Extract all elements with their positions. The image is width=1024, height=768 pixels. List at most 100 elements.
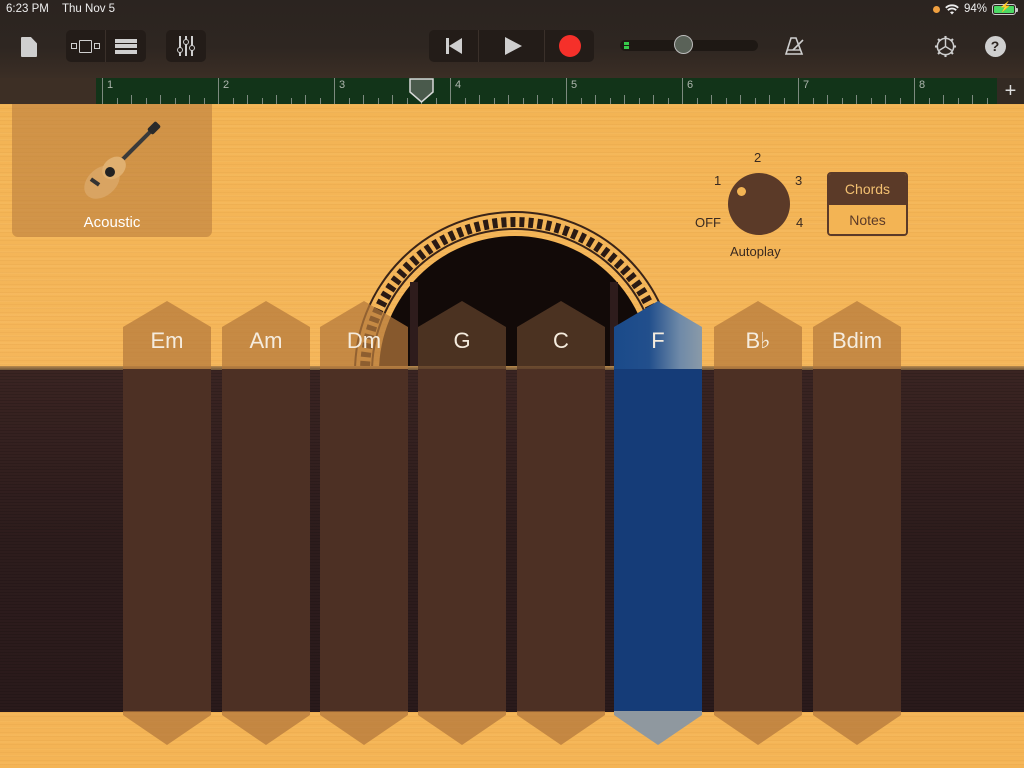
- ruler-bar: 4: [450, 78, 461, 104]
- level-meter: [624, 42, 629, 49]
- bar-number: 5: [571, 79, 578, 91]
- chord-strip-body: [714, 301, 802, 745]
- ruler-tick: [508, 95, 509, 104]
- ruler-tick: [653, 95, 654, 104]
- status-time: 6:23 PM: [6, 3, 49, 15]
- ruler-bar: 6: [682, 78, 693, 104]
- chord-label: C: [553, 328, 569, 353]
- ruler-tick: [972, 95, 973, 104]
- ruler-tick: [392, 95, 393, 104]
- record-icon: [558, 35, 581, 57]
- ruler-tick: [711, 95, 712, 104]
- battery-icon: ⚡: [992, 2, 1018, 15]
- go-to-beginning-icon: [445, 38, 462, 54]
- bar-number: 4: [455, 79, 462, 91]
- chord-label: Am: [249, 328, 283, 353]
- autoplay-1-label: 1: [714, 173, 722, 188]
- bar-number: 6: [687, 79, 694, 91]
- ruler-bar: 2: [218, 78, 229, 104]
- tracks-view-icon: [71, 39, 100, 53]
- chord-strip-body: [320, 301, 408, 745]
- notes-mode-button[interactable]: Notes: [829, 204, 906, 234]
- chord-strip[interactable]: C: [517, 301, 605, 745]
- ruler-tick: [305, 95, 306, 104]
- settings-icon: [934, 35, 957, 58]
- ruler-bar: 8: [914, 78, 925, 104]
- ruler-tick: [740, 95, 741, 104]
- chord-strip[interactable]: Bdim: [813, 301, 901, 745]
- chord-strip-body: [123, 301, 211, 745]
- knob-indicator: [737, 187, 746, 196]
- acoustic-guitar-icon: [84, 121, 161, 199]
- ruler-bar: 3: [334, 78, 345, 104]
- bar-number: 7: [803, 79, 810, 91]
- ruler-tick: [189, 95, 190, 104]
- document-icon: [21, 37, 37, 57]
- timeline-ruler[interactable]: 1 2 3 4 5 6 7 8: [96, 78, 997, 104]
- instrument-selector[interactable]: Acoustic: [12, 104, 212, 237]
- playhead[interactable]: [409, 78, 434, 103]
- chord-label: Em: [150, 328, 184, 353]
- chord-strip-body: [222, 301, 310, 745]
- ruler-tick: [827, 95, 828, 104]
- settings-button[interactable]: [933, 34, 957, 58]
- chord-strip[interactable]: Am: [222, 301, 310, 745]
- status-date: Thu Nov 5: [62, 3, 116, 15]
- chord-label: B♭: [745, 328, 771, 353]
- chord-label: Bdim: [831, 328, 883, 353]
- autoplay-3-label: 3: [795, 173, 803, 188]
- play-button[interactable]: [479, 30, 545, 62]
- battery-percent: 94%: [963, 3, 987, 15]
- bar-number: 8: [919, 79, 926, 91]
- metronome-icon: [784, 37, 804, 55]
- bar-number: 2: [223, 79, 230, 91]
- autoplay-4-label: 4: [796, 215, 804, 230]
- garageband-smart-guitar: 6:23 PM Thu Nov 5 94% ⚡ ? 1 2 3 4 5 6 7 …: [0, 0, 1024, 768]
- my-songs-button[interactable]: [18, 34, 40, 60]
- status-right: 94% ⚡: [932, 2, 1018, 15]
- ruler-tick: [769, 95, 770, 104]
- chord-strip[interactable]: Em: [123, 301, 211, 745]
- list-view-icon: [115, 38, 137, 54]
- chord-strip[interactable]: G: [418, 301, 506, 745]
- metronome-button[interactable]: [782, 35, 806, 57]
- add-section-button[interactable]: +: [997, 78, 1024, 104]
- autoplay-knob[interactable]: [728, 173, 790, 235]
- autoplay-label: Autoplay: [730, 244, 781, 259]
- chords-notes-toggle: Chords Notes: [827, 172, 908, 236]
- mixer-button[interactable]: [166, 30, 206, 62]
- go-to-beginning-button[interactable]: [429, 30, 479, 62]
- volume-slider-thumb[interactable]: [674, 35, 693, 54]
- chord-label: G: [453, 328, 471, 353]
- top-bar: 6:23 PM Thu Nov 5 94% ⚡ ?: [0, 0, 1024, 78]
- ruler-tick: [131, 95, 132, 104]
- record-button[interactable]: [545, 30, 594, 62]
- bar-number: 3: [339, 79, 346, 91]
- ruler-tick: [537, 95, 538, 104]
- recording-indicator-icon: [932, 5, 940, 13]
- ruler-bar: 1: [102, 78, 113, 104]
- chord-strip-body: [614, 301, 702, 745]
- autoplay-off-label: OFF: [695, 215, 721, 230]
- wifi-icon: [945, 3, 959, 14]
- help-icon: ?: [984, 35, 1006, 57]
- ruler-tick: [885, 95, 886, 104]
- ruler-tick: [595, 95, 596, 104]
- list-view-button[interactable]: [106, 30, 146, 62]
- tracks-view-button[interactable]: [66, 30, 106, 62]
- view-toggle: [66, 30, 146, 62]
- chord-strip[interactable]: F: [614, 301, 702, 745]
- chord-strip[interactable]: Dm: [320, 301, 408, 745]
- ruler-bar: 5: [566, 78, 577, 104]
- chord-strip[interactable]: B♭: [714, 301, 802, 745]
- ruler-tick: [624, 95, 625, 104]
- autoplay-2-label: 2: [754, 150, 762, 165]
- transport-controls: [429, 30, 594, 62]
- help-button[interactable]: ?: [984, 35, 1006, 57]
- chords-mode-button[interactable]: Chords: [829, 174, 906, 204]
- ruler-tick: [479, 95, 480, 104]
- instrument-name: Acoustic: [83, 214, 141, 231]
- master-volume-slider[interactable]: [620, 35, 758, 54]
- ruler-tick: [856, 95, 857, 104]
- chord-label: F: [651, 328, 665, 353]
